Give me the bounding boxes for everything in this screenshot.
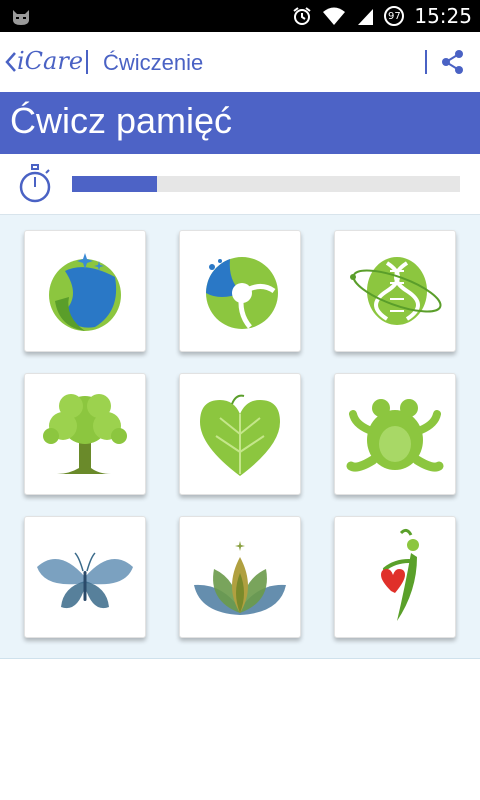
frog-icon [346,399,444,472]
tree-icon [43,394,127,474]
memory-card[interactable] [334,373,456,495]
memory-card[interactable] [179,516,301,638]
memory-card[interactable] [24,230,146,352]
memory-card[interactable] [179,230,301,352]
share-divider [425,50,427,74]
signal-icon [358,9,374,25]
status-time: 15:25 [414,4,472,28]
recycle-circle-icon [205,257,278,329]
cyanogen-mascot-icon [13,10,29,25]
timer-progress-bar [72,176,460,192]
stopwatch-icon [19,164,51,203]
status-bar: 97 15:25 [0,0,480,32]
alarm-icon [293,7,311,25]
app-bar: iCare Ćwiczenie [0,32,480,93]
dna-icon [350,257,442,325]
appbar-divider [86,50,88,74]
screen-title: Ćwiczenie [103,50,204,75]
heart-figure-icon [381,528,419,621]
memory-card[interactable] [24,516,146,638]
memory-card[interactable] [334,516,456,638]
memory-card[interactable] [24,373,146,495]
back-chevron-icon[interactable] [4,48,18,76]
exercise-title: Ćwicz pamięć [10,100,233,141]
share-icon[interactable] [440,49,466,75]
battery-icon: 97 [384,6,405,26]
water-leaf-icon [49,253,121,331]
butterfly-icon [37,552,133,609]
exercise-banner: Ćwicz pamięć [0,92,480,154]
memory-card[interactable] [334,230,456,352]
timer-row [0,154,480,215]
memory-card[interactable] [179,373,301,495]
wifi-icon [323,7,346,25]
timer-progress-fill [72,176,158,192]
heart-leaf-icon [200,394,280,476]
app-logo[interactable]: iCare [17,47,83,75]
lotus-icon [194,541,286,615]
memory-card-grid [0,215,480,659]
